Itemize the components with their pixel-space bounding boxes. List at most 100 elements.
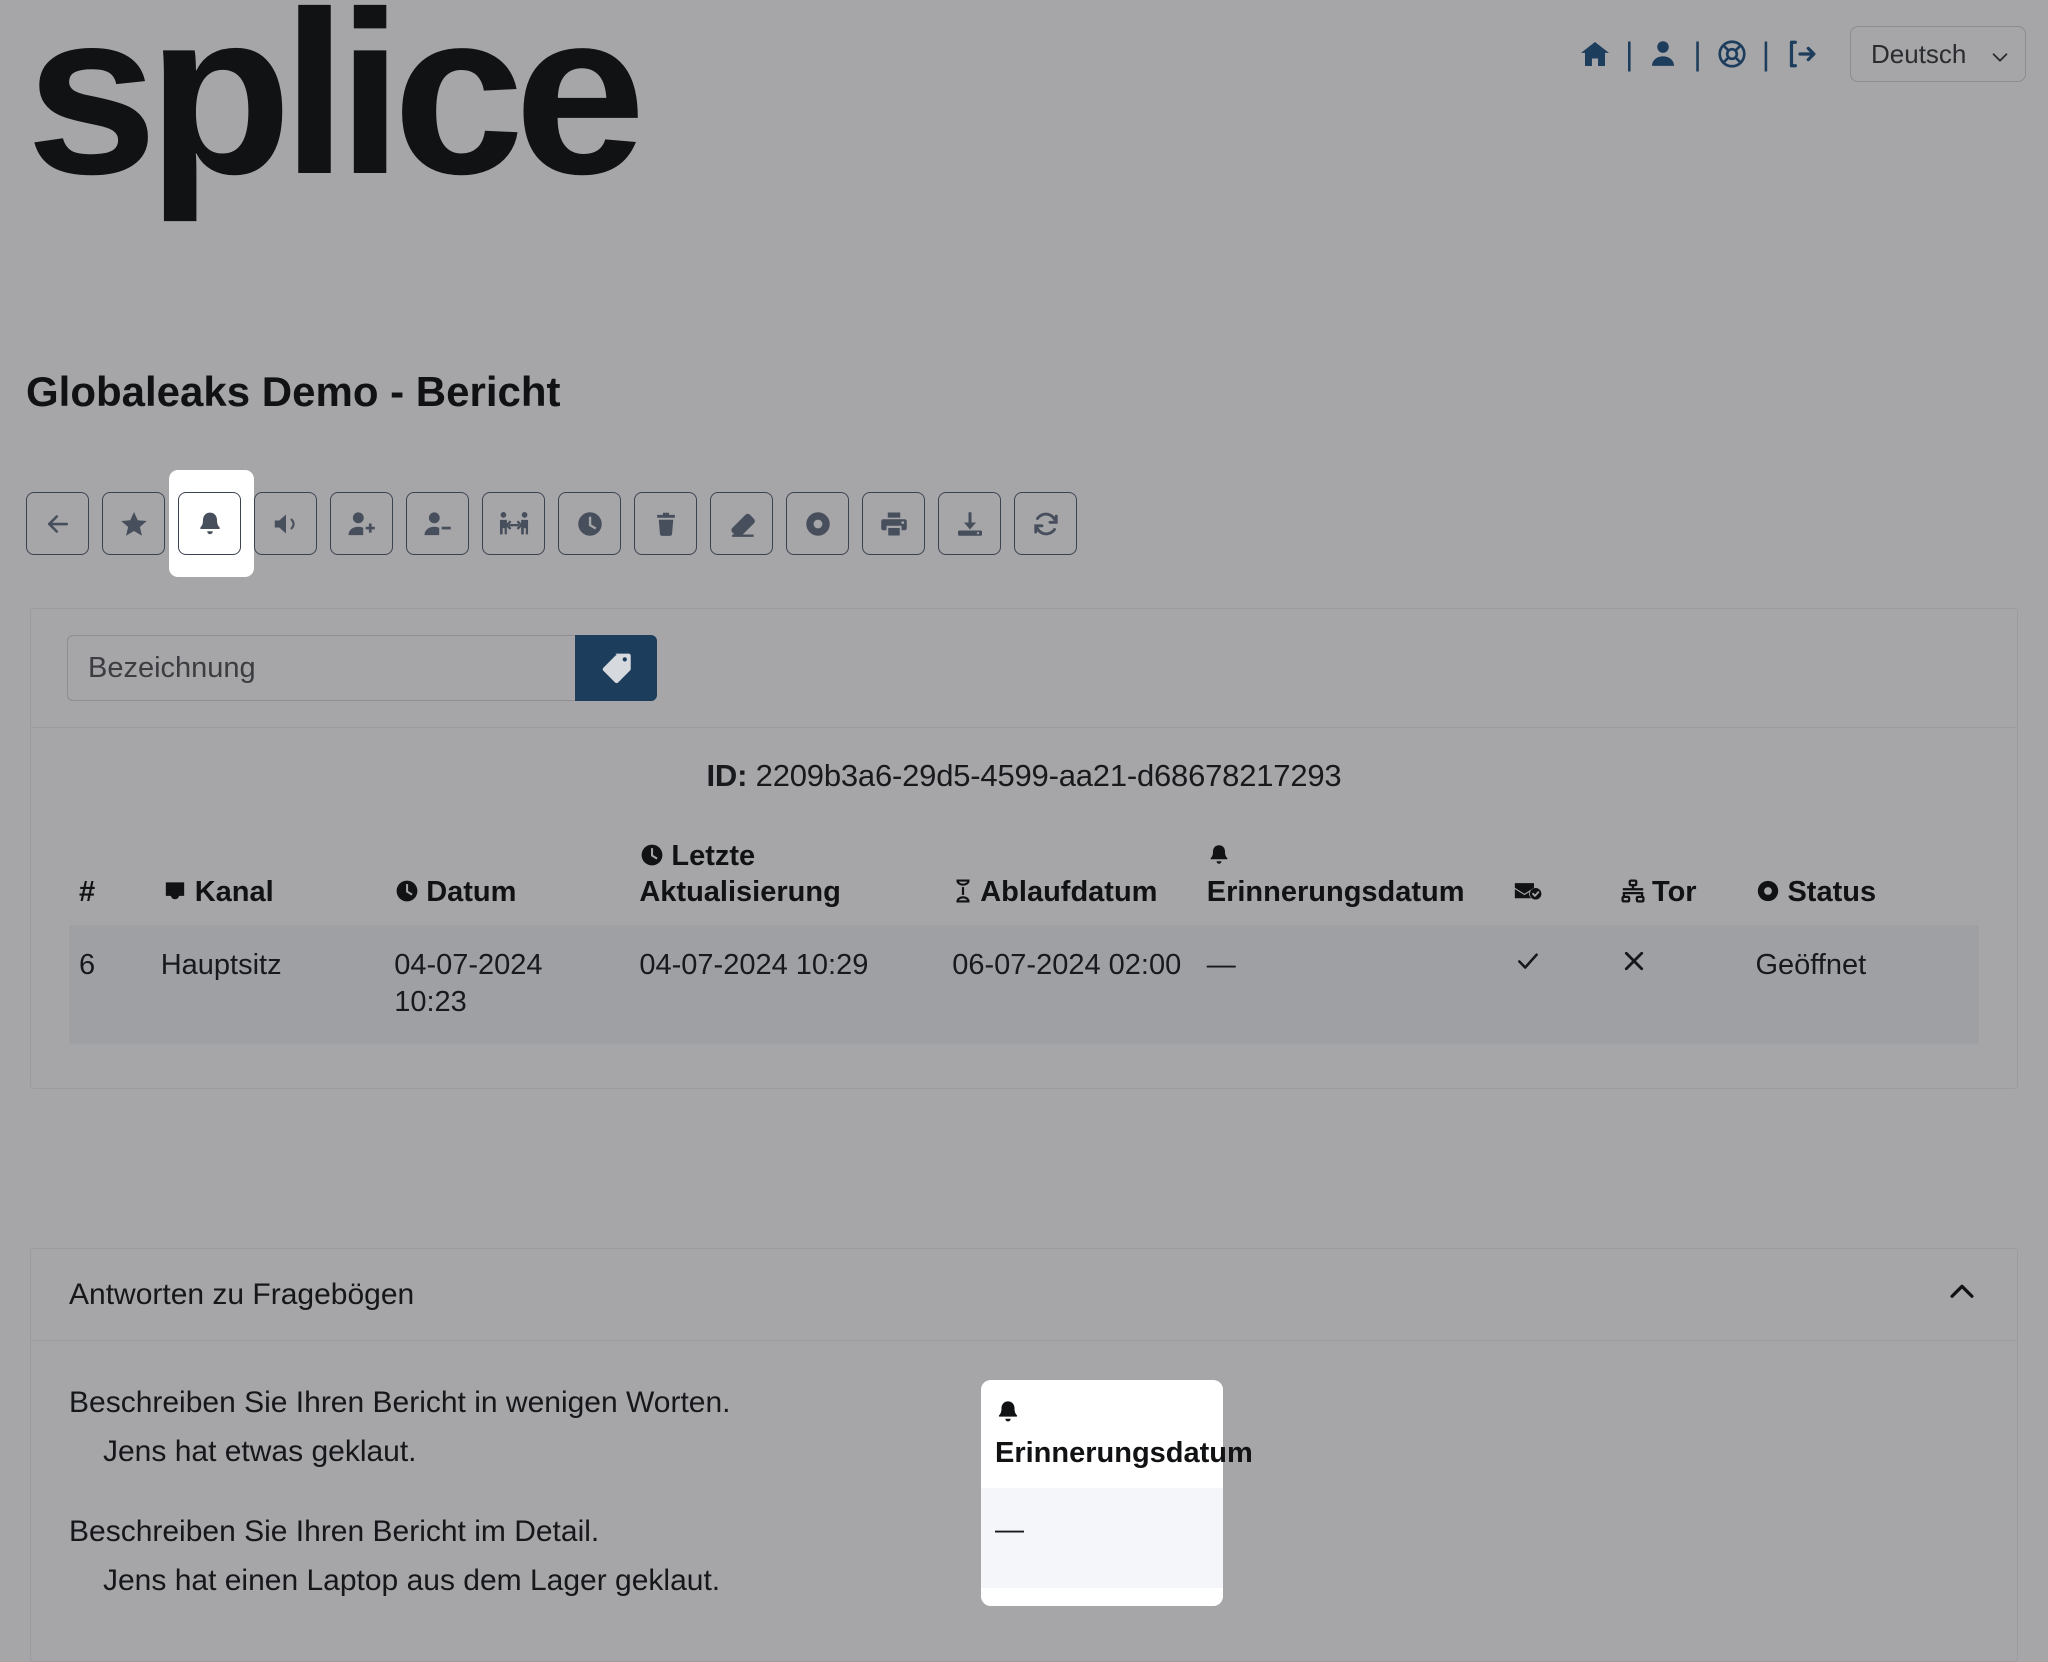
questionnaire-section-title: Antworten zu Fragebögen — [69, 1277, 415, 1311]
cell-tor — [1610, 925, 1745, 1044]
x-icon — [1620, 950, 1648, 982]
col-label-tor: Tor — [1652, 876, 1697, 909]
label-panel — [31, 609, 2017, 728]
header-actions: | | | Deutsch — [1573, 26, 2026, 82]
question-text: Beschreiben Sie Ihren Bericht im Detail. — [69, 1515, 600, 1548]
splice-logo: splice — [26, 0, 646, 223]
cell-status: Geöffnet — [1755, 948, 1867, 981]
cell-reminder: — — [1206, 948, 1236, 981]
table-header-row: # Kanal Datum Letzte Aktualisierung Abla… — [69, 838, 1979, 925]
transfer-button[interactable] — [482, 492, 545, 555]
col-label-channel: Kanal — [194, 876, 274, 909]
language-selector[interactable]: Deutsch — [1850, 26, 2026, 82]
inbox-icon — [161, 880, 189, 904]
mail-check-icon — [1513, 878, 1543, 904]
refresh-button[interactable] — [1014, 492, 1077, 555]
page-title: Globaleaks Demo - Bericht — [26, 368, 561, 416]
cell-date: 04-07-2024 10:23 — [394, 948, 543, 1019]
report-body: ID: 2209b3a6-29d5-4599-aa21-d68678217293… — [31, 728, 2017, 1606]
report-table-body: 6 Hauptsitz 04-07-2024 10:23 04-07-2024 … — [69, 924, 1979, 1044]
hourglass-icon — [952, 878, 974, 904]
label-input[interactable] — [67, 635, 575, 701]
postpone-button-wrap — [558, 492, 621, 555]
header-separator-1: | — [1625, 36, 1634, 72]
clock-icon — [394, 878, 420, 904]
announce-button[interactable] — [254, 492, 317, 555]
col-header-status: Status — [1745, 838, 1979, 925]
table-row[interactable]: 6 Hauptsitz 04-07-2024 10:23 04-07-2024 … — [69, 924, 1979, 1044]
download-button-wrap — [938, 492, 1001, 555]
col-header-date: Datum — [384, 838, 629, 925]
col-header-mail — [1503, 838, 1610, 925]
reminder-button-wrap — [169, 470, 254, 577]
col-label-num: # — [79, 876, 96, 909]
star-button[interactable] — [102, 492, 165, 555]
label-input-group — [67, 635, 657, 701]
status-button-wrap — [786, 492, 849, 555]
col-label-date: Datum — [426, 876, 517, 909]
report-panel: ID: 2209b3a6-29d5-4599-aa21-d68678217293… — [30, 608, 2018, 1606]
report-id-line: ID: 2209b3a6-29d5-4599-aa21-d68678217293 — [31, 758, 2017, 794]
redact-button-wrap — [710, 492, 773, 555]
questionnaire-section-header[interactable]: Antworten zu Fragebögen — [31, 1249, 2017, 1341]
print-button[interactable] — [862, 492, 925, 555]
col-header-channel: Kanal — [151, 838, 384, 925]
chevron-down-icon — [1989, 44, 2009, 64]
col-header-updated: Letzte Aktualisierung — [629, 838, 942, 925]
report-id-label: ID: — [706, 758, 748, 793]
col-header-expiry: Ablaufdatum — [942, 838, 1197, 925]
header-icon-group: | | | — [1573, 32, 1822, 76]
remove-recipient-button[interactable] — [406, 492, 469, 555]
page-header: splice | | | Deutsch — [0, 0, 2048, 300]
redact-button[interactable] — [710, 492, 773, 555]
delete-button-wrap — [634, 492, 697, 555]
cell-num: 6 — [79, 948, 96, 981]
home-icon[interactable] — [1573, 32, 1617, 76]
col-label-updated: Letzte Aktualisierung — [639, 840, 841, 909]
remove-recipient-button-wrap — [406, 492, 469, 555]
add-recipient-button-wrap — [330, 492, 393, 555]
back-button-wrap — [26, 492, 89, 555]
cell-channel: Hauptsitz — [160, 948, 282, 981]
delete-button[interactable] — [634, 492, 697, 555]
col-label-status: Status — [1787, 876, 1877, 909]
questionnaire-entry: Beschreiben Sie Ihren Bericht in wenigen… — [69, 1383, 1979, 1472]
header-separator-3: | — [1761, 36, 1770, 72]
report-table-head: # Kanal Datum Letzte Aktualisierung Abla… — [69, 838, 1979, 925]
report-table: # Kanal Datum Letzte Aktualisierung Abla… — [69, 838, 1979, 1044]
cell-updated: 04-07-2024 10:29 — [639, 948, 869, 981]
transfer-button-wrap — [482, 492, 545, 555]
star-button-wrap — [102, 492, 165, 555]
col-header-reminder: Erinnerungsdatum — [1197, 838, 1503, 925]
tag-icon — [599, 650, 633, 687]
col-header-num: # — [69, 838, 151, 925]
status-button[interactable] — [786, 492, 849, 555]
print-button-wrap — [862, 492, 925, 555]
bell-icon — [1207, 842, 1231, 868]
add-recipient-button[interactable] — [330, 492, 393, 555]
apply-label-button[interactable] — [575, 635, 657, 701]
answer-text: Jens hat einen Laptop aus dem Lager gekl… — [103, 1563, 721, 1597]
clock-icon — [639, 842, 665, 868]
col-label-reminder: Erinnerungsdatum — [1206, 876, 1465, 909]
chevron-up-icon[interactable] — [1945, 1275, 1979, 1314]
back-button[interactable] — [26, 492, 89, 555]
answer-text: Jens hat etwas geklaut. — [103, 1434, 417, 1468]
questionnaire-answers: Beschreiben Sie Ihren Bericht in wenigen… — [31, 1341, 2017, 1661]
question-text: Beschreiben Sie Ihren Bericht in wenigen… — [69, 1386, 731, 1419]
reminder-button[interactable] — [178, 492, 241, 555]
user-icon[interactable] — [1641, 32, 1685, 76]
header-separator-2: | — [1693, 36, 1702, 72]
language-selector-value: Deutsch — [1871, 38, 1967, 69]
announce-button-wrap — [254, 492, 317, 555]
postpone-button[interactable] — [558, 492, 621, 555]
download-button[interactable] — [938, 492, 1001, 555]
refresh-button-wrap — [1014, 492, 1077, 555]
cell-mail — [1503, 925, 1610, 1044]
questionnaire-entry: Beschreiben Sie Ihren Bericht im Detail.… — [69, 1512, 1979, 1601]
cell-expiry: 06-07-2024 02:00 — [952, 948, 1182, 981]
logout-icon[interactable] — [1778, 32, 1822, 76]
life-ring-icon[interactable] — [1710, 32, 1754, 76]
col-header-tor: Tor — [1610, 838, 1745, 925]
report-id-value: 2209b3a6-29d5-4599-aa21-d68678217293 — [755, 758, 1342, 793]
